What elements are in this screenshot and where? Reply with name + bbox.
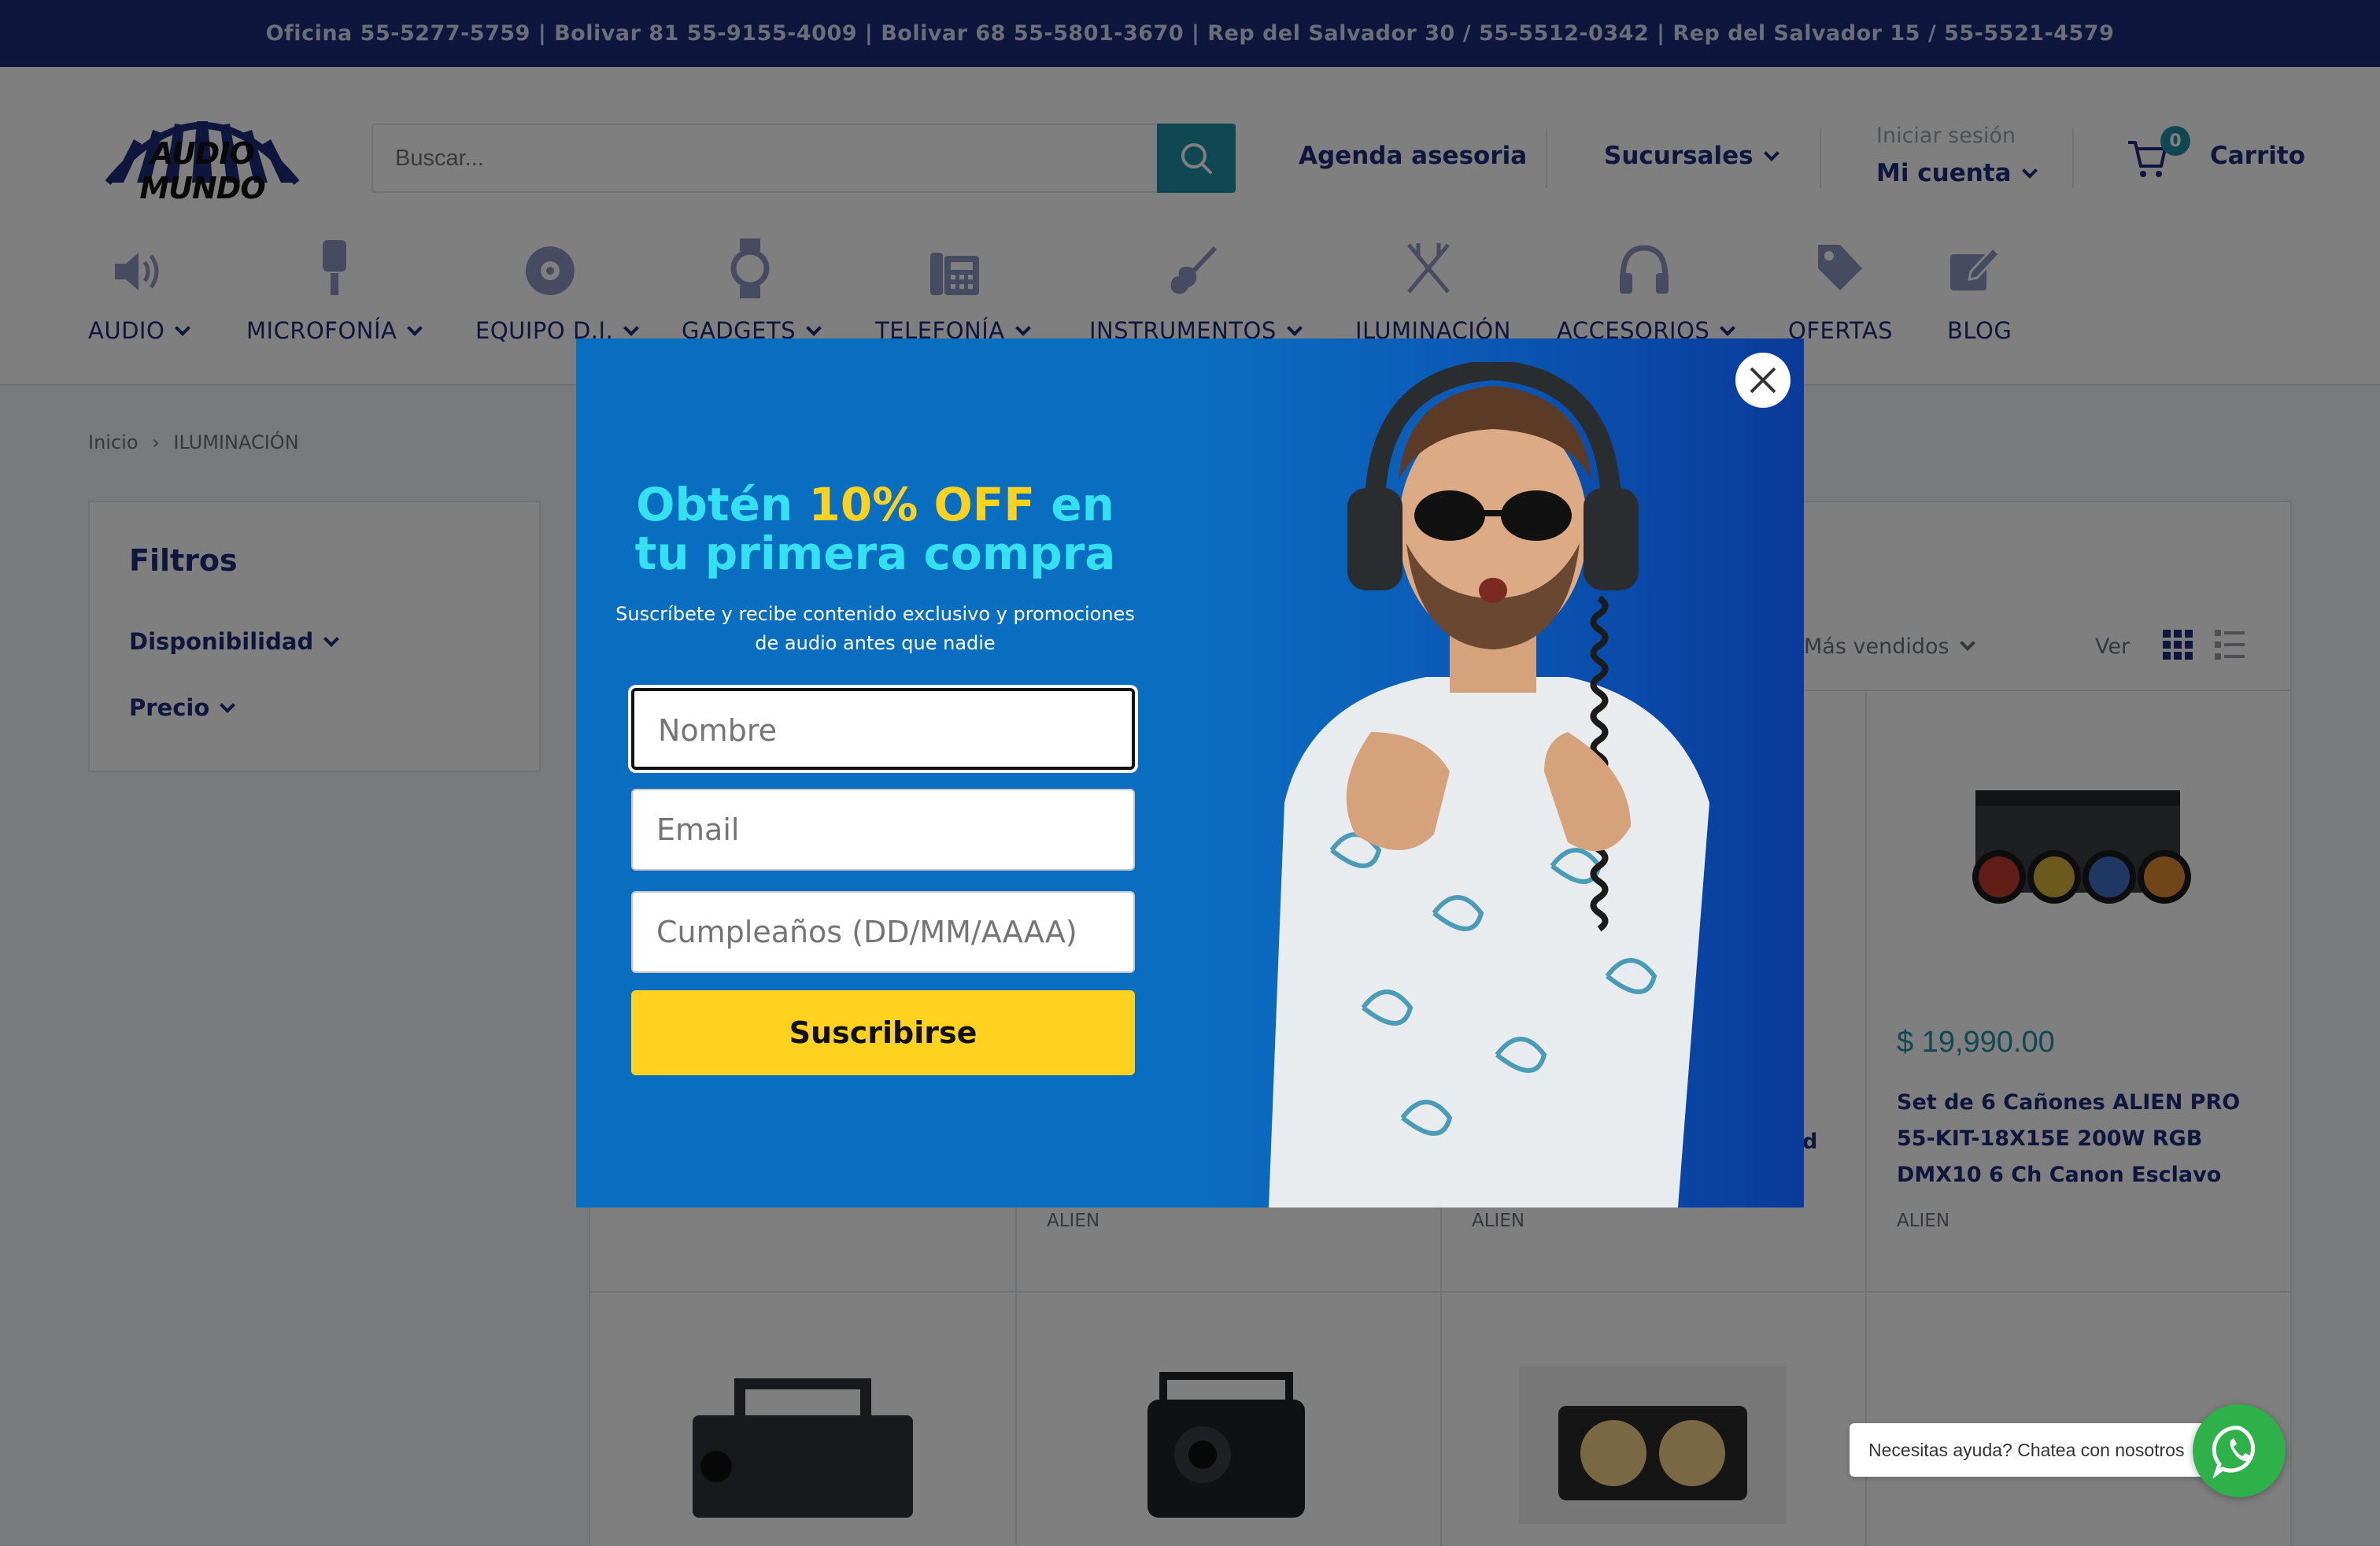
newsletter-popup: Obtén 10% OFF en tu primera compra Suscr… bbox=[576, 338, 1804, 1208]
subscribe-button[interactable]: Suscribirse bbox=[631, 990, 1135, 1075]
whatsapp-chat-bubble[interactable]: Necesitas ayuda? Chatea con nosotros bbox=[1850, 1423, 2227, 1477]
popup-title-start: Obtén bbox=[636, 478, 809, 531]
email-input[interactable] bbox=[656, 790, 1121, 869]
name-input[interactable] bbox=[658, 691, 1122, 770]
popup-close-button[interactable] bbox=[1735, 353, 1791, 408]
popup-subtitle: Suscríbete y recibe contenido exclusivo … bbox=[615, 603, 1135, 654]
birthday-input[interactable] bbox=[656, 893, 1121, 971]
whatsapp-chat-text: Necesitas ayuda? Chatea con nosotros bbox=[1868, 1439, 2185, 1460]
close-icon bbox=[1750, 367, 1776, 394]
name-field[interactable] bbox=[631, 688, 1135, 770]
popup-hero-person-image bbox=[1269, 362, 1709, 1208]
popup-hero-panel bbox=[1190, 338, 1804, 1208]
whatsapp-button[interactable] bbox=[2193, 1404, 2286, 1497]
popup-title-highlight: 10% OFF bbox=[808, 478, 1036, 531]
email-field[interactable] bbox=[631, 789, 1135, 871]
whatsapp-icon bbox=[2212, 1426, 2255, 1478]
popup-title: Obtén 10% OFF en tu primera compra bbox=[608, 480, 1143, 578]
birthday-field[interactable] bbox=[631, 891, 1135, 973]
